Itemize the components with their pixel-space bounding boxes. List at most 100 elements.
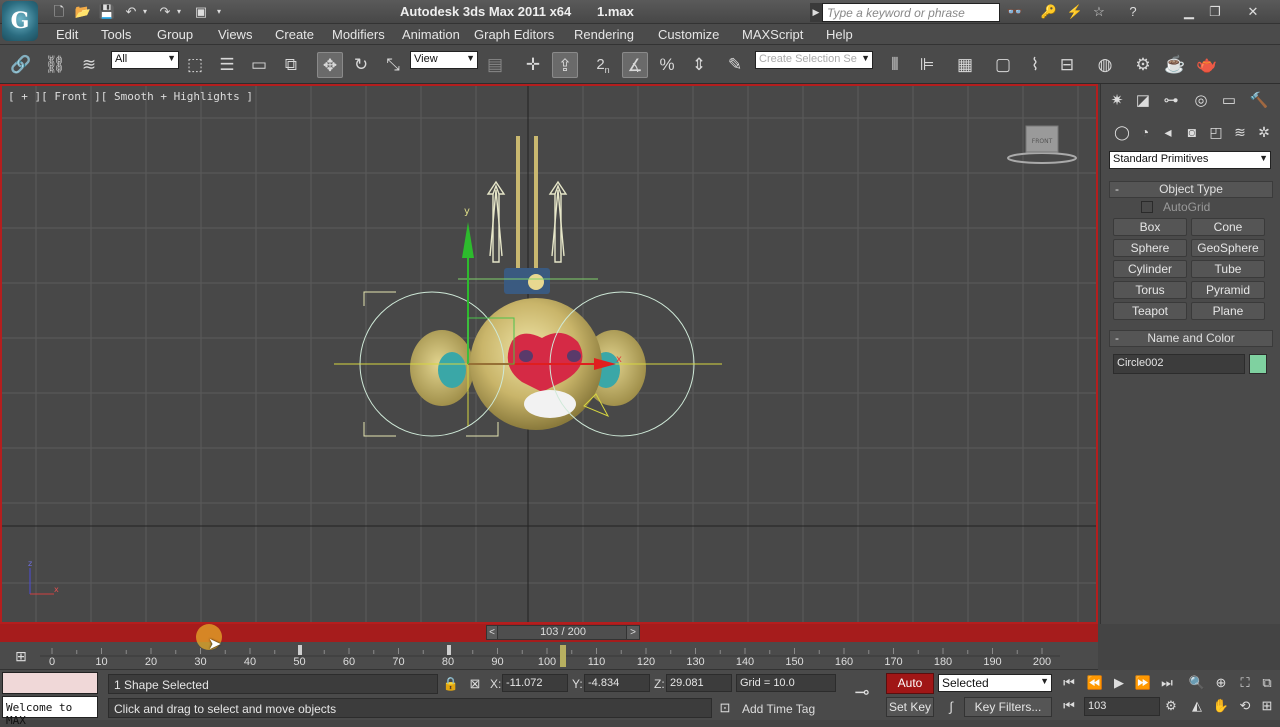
angle-snap-icon[interactable]: ∡	[622, 52, 648, 78]
communication-center-icon[interactable]: ⚡	[1062, 2, 1088, 21]
menu-rendering[interactable]: Rendering	[574, 27, 634, 42]
orbit-icon[interactable]: ⟲	[1234, 696, 1256, 716]
schematic-view-icon[interactable]: ⊟	[1054, 52, 1080, 78]
time-slider-thumb[interactable]: 103 / 200	[486, 625, 640, 640]
open-file-icon[interactable]: 📂	[74, 3, 92, 21]
object-name-field[interactable]: Circle002	[1113, 354, 1245, 374]
select-and-link-icon[interactable]: 🔗	[8, 52, 34, 78]
redo-dropdown-icon[interactable]: ▾	[174, 3, 184, 21]
edit-named-selection-icon[interactable]: ✎	[722, 52, 748, 78]
menu-help[interactable]: Help	[826, 27, 853, 42]
rectangular-selection-icon[interactable]: ▭	[246, 52, 272, 78]
select-by-name-icon[interactable]: ☰	[214, 52, 240, 78]
menu-graph-editors[interactable]: Graph Editors	[474, 27, 554, 42]
zoom-extents-icon[interactable]: ⛶	[1234, 673, 1256, 693]
zoom-extents-all-icon[interactable]: ⧉	[1256, 673, 1278, 693]
pyramid-button[interactable]: Pyramid	[1191, 281, 1265, 299]
space-warps-category-icon[interactable]: ≋	[1229, 122, 1251, 142]
sphere-button[interactable]: Sphere	[1113, 239, 1187, 257]
select-and-scale-icon[interactable]: ⤡	[380, 52, 406, 78]
menu-create[interactable]: Create	[275, 27, 314, 42]
shapes-category-icon[interactable]: ◔	[1134, 122, 1156, 142]
geometry-category-icon[interactable]: ◯	[1111, 122, 1133, 142]
maxscript-listener-bottom[interactable]: Welcome to MAX	[2, 696, 98, 727]
quick-access-dropdown-icon[interactable]: ▾	[214, 3, 224, 21]
lock-selection-icon[interactable]: 🔒	[440, 674, 462, 694]
close-window-icon[interactable]: ✕	[1240, 2, 1266, 21]
undo-dropdown-icon[interactable]: ▾	[140, 3, 150, 21]
restore-window-icon[interactable]: ❐	[1202, 2, 1228, 21]
name-and-color-rollout-header[interactable]: - Name and Color	[1109, 330, 1273, 347]
auto-key-button[interactable]: Auto Key	[886, 673, 934, 709]
align-icon[interactable]: ⊫	[914, 52, 940, 78]
pan-view-icon[interactable]: ✋	[1210, 696, 1232, 716]
field-of-view-icon[interactable]: ◭	[1186, 696, 1208, 716]
material-editor-icon[interactable]: ◍	[1092, 52, 1118, 78]
maxscript-listener-top[interactable]	[2, 672, 98, 694]
lights-category-icon[interactable]: ◂	[1157, 122, 1179, 142]
motion-tab-icon[interactable]: ◎	[1189, 90, 1213, 112]
add-time-tag-label[interactable]: Add Time Tag	[742, 702, 815, 716]
search-input[interactable]: Type a keyword or phrase	[822, 3, 1000, 22]
x-coordinate-field[interactable]: -11.072	[502, 674, 568, 692]
cone-button[interactable]: Cone	[1191, 218, 1265, 236]
application-logo-icon[interactable]: G	[2, 1, 38, 41]
key-filters-button[interactable]: Key Filters...	[964, 697, 1052, 717]
binoculars-icon[interactable]: 👓	[1002, 2, 1028, 21]
previous-frame-button[interactable]: <	[486, 625, 498, 640]
graphite-modeling-tools-icon[interactable]: ▢	[990, 52, 1016, 78]
torus-button[interactable]: Torus	[1113, 281, 1187, 299]
menu-animation[interactable]: Animation	[402, 27, 460, 42]
subscription-key-icon[interactable]: 🔑	[1036, 2, 1062, 21]
y-coordinate-field[interactable]: -4.834	[584, 674, 650, 692]
minimize-window-icon[interactable]: ▁	[1176, 2, 1202, 21]
set-key-button[interactable]: Set Key	[886, 697, 934, 717]
menu-group[interactable]: Group	[157, 27, 193, 42]
object-type-rollout-header[interactable]: - Object Type	[1109, 181, 1273, 198]
display-tab-icon[interactable]: ▭	[1217, 90, 1241, 112]
time-configuration-icon[interactable]: ⚙	[1160, 696, 1182, 716]
viewport-label-menu[interactable]: [ + ][ Front ][ Smooth + Highlights ]	[8, 90, 253, 103]
select-and-rotate-icon[interactable]: ↻	[348, 52, 374, 78]
absolute-mode-transform-icon[interactable]: ⊠	[464, 674, 486, 694]
menu-edit[interactable]: Edit	[56, 27, 78, 42]
object-color-swatch[interactable]	[1249, 354, 1267, 374]
helpers-category-icon[interactable]: ◰	[1205, 122, 1227, 142]
selection-filter-dropdown[interactable]: All ▼	[111, 51, 179, 69]
save-file-icon[interactable]: 💾	[98, 3, 116, 21]
menu-customize[interactable]: Customize	[658, 27, 719, 42]
previous-key-icon[interactable]: ⏪	[1084, 673, 1106, 693]
zoom-icon[interactable]: 🔍	[1186, 673, 1208, 693]
layer-manager-icon[interactable]: ▦	[952, 52, 978, 78]
key-mode-toggle-playback-icon[interactable]: ⏮	[1058, 696, 1080, 716]
window-crossing-icon[interactable]: ⧉	[278, 52, 304, 78]
redo-icon[interactable]: ↷	[156, 3, 174, 21]
default-in-out-tangent-key-icon[interactable]: ⊸	[848, 682, 876, 702]
select-and-manipulate-icon[interactable]: ✛	[520, 52, 546, 78]
bind-to-space-warp-icon[interactable]: ≋	[76, 52, 102, 78]
modify-tab-icon[interactable]: ◪	[1131, 90, 1155, 112]
next-key-icon[interactable]: ⏩	[1132, 673, 1154, 693]
current-frame-field[interactable]: 103	[1084, 697, 1160, 716]
select-and-move-icon[interactable]: ✥	[317, 52, 343, 78]
track-bar[interactable]: ⊞ 0 10 20 30 40 50 60 70 80 90 100 110 120 130 140 150 1…	[0, 642, 1098, 670]
favorites-star-icon[interactable]: ☆	[1086, 2, 1112, 21]
menu-modifiers[interactable]: Modifiers	[332, 27, 385, 42]
hierarchy-tab-icon[interactable]: ⊶	[1159, 90, 1183, 112]
cameras-category-icon[interactable]: ◙	[1181, 122, 1203, 142]
render-setup-icon[interactable]: ⚙	[1130, 52, 1156, 78]
cylinder-button[interactable]: Cylinder	[1113, 260, 1187, 278]
new-file-icon[interactable]: 🗋	[50, 3, 68, 21]
z-coordinate-field[interactable]: 29.081	[666, 674, 732, 692]
create-tab-icon[interactable]: ✷	[1105, 90, 1129, 112]
maximize-viewport-icon[interactable]: ⊞	[1256, 696, 1278, 716]
plane-button[interactable]: Plane	[1191, 302, 1265, 320]
go-to-end-icon[interactable]: ⏭	[1156, 673, 1178, 693]
front-viewport[interactable]: y x z x FRONT [ + ][ Front ][ Smooth + H…	[0, 84, 1098, 624]
menu-tools[interactable]: Tools	[101, 27, 131, 42]
rendered-frame-window-icon[interactable]: ☕	[1162, 52, 1188, 78]
utilities-tab-icon[interactable]: 🔨	[1247, 90, 1271, 112]
snaps-toggle-icon[interactable]: 2n	[590, 52, 616, 78]
spinner-snap-icon[interactable]: ⇕	[686, 52, 712, 78]
unlink-selection-icon[interactable]: ⛓	[42, 52, 68, 78]
